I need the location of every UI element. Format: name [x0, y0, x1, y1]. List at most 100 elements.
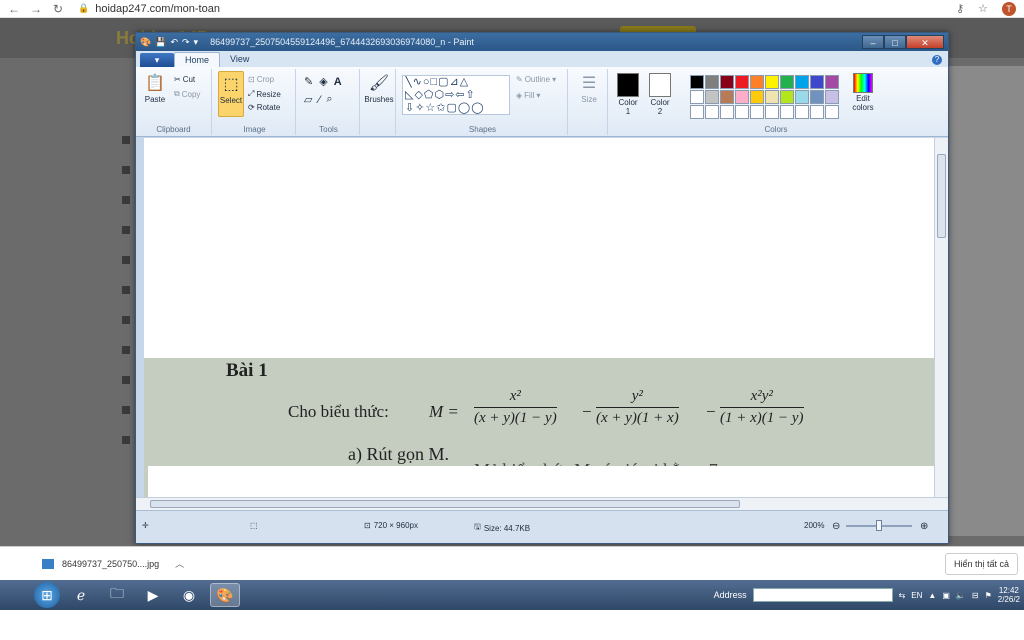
show-hidden-icons-icon[interactable]: ▲ [928, 591, 936, 600]
fill-button[interactable]: ◈ Fill ▾ [516, 91, 540, 100]
download-item[interactable]: 86499737_250750....jpg [62, 559, 159, 569]
palette-swatch[interactable] [690, 105, 704, 119]
reload-icon[interactable]: ↻ [50, 2, 66, 16]
address-toolbar-input[interactable] [752, 588, 893, 602]
profile-avatar[interactable]: T [1002, 1, 1016, 16]
palette-swatch[interactable] [810, 90, 824, 104]
palette-swatch[interactable] [825, 105, 839, 119]
undo-icon[interactable]: ↶ [170, 37, 178, 48]
paint-menu-button[interactable]: ▾ [140, 53, 174, 67]
text-tool-icon[interactable]: A [334, 76, 342, 88]
zoom-out-button[interactable]: ⊖ [832, 521, 840, 532]
palette-swatch[interactable] [795, 105, 809, 119]
vertical-scrollbar[interactable] [934, 138, 948, 510]
shapes-gallery[interactable]: ╲∿○□▢⊿△ ◺◇⬠⬡⇨⇦⇧ ⇩✧☆✩▢◯◯ [402, 75, 510, 115]
rotate-button[interactable]: ⟳ Rotate [248, 103, 280, 112]
color-picker-icon[interactable]: ⁄ [318, 94, 320, 106]
color1-button[interactable]: Color 1 [614, 73, 642, 116]
palette-swatch[interactable] [705, 90, 719, 104]
edit-colors-button[interactable]: Edit colors [846, 73, 880, 112]
brushes-button[interactable]: 🖌 Brushes [364, 73, 394, 104]
palette-swatch[interactable] [765, 90, 779, 104]
vertical-scroll-thumb[interactable] [937, 154, 946, 238]
lock-icon[interactable]: 🔒 [78, 3, 89, 14]
language-indicator[interactable]: EN [911, 591, 922, 600]
paste-button[interactable]: 📋 Paste [140, 73, 170, 104]
palette-swatch[interactable] [690, 90, 704, 104]
horizontal-scroll-thumb[interactable] [150, 500, 740, 508]
palette-swatch[interactable] [735, 75, 749, 89]
clock[interactable]: 12:42 2/26/2 [998, 586, 1020, 604]
help-icon[interactable]: ? [932, 55, 942, 65]
palette-swatch[interactable] [795, 75, 809, 89]
action-center-flag-icon[interactable]: ⚑ [985, 591, 992, 600]
paint-titlebar[interactable]: 🎨 💾 ↶ ↷ ▾ 86499737_2507504559124496_6744… [136, 33, 948, 51]
maximize-button[interactable]: □ [884, 35, 906, 49]
copy-button[interactable]: ⧉ Copy [174, 89, 200, 99]
outline-icon: ✎ [516, 75, 523, 84]
go-arrow-icon[interactable]: ⇆ [899, 591, 906, 600]
quick-access-dropdown-icon[interactable]: ▾ [194, 37, 199, 48]
key-icon[interactable]: ⚷ [956, 2, 964, 15]
start-button[interactable]: ⊞ [34, 582, 60, 608]
tab-home[interactable]: Home [174, 52, 221, 67]
palette-swatch[interactable] [705, 105, 719, 119]
save-icon[interactable]: 💾 [155, 37, 166, 48]
cut-button[interactable]: ✂ Cut [174, 75, 195, 84]
image-canvas[interactable]: Bài 1 Cho biểu thức: M = x² (x + y)(1 − … [144, 138, 934, 510]
eraser-icon[interactable]: ▱ [304, 93, 312, 106]
paint-taskbar-icon[interactable]: 🎨 [210, 583, 240, 607]
palette-swatch[interactable] [750, 75, 764, 89]
palette-swatch[interactable] [780, 75, 794, 89]
minimize-button[interactable]: – [862, 35, 884, 49]
palette-swatch[interactable] [780, 90, 794, 104]
close-button[interactable]: ✕ [906, 35, 944, 49]
palette-swatch[interactable] [735, 105, 749, 119]
palette-swatch[interactable] [765, 105, 779, 119]
palette-swatch[interactable] [705, 75, 719, 89]
select-button[interactable]: ⬚ Select [218, 71, 244, 117]
palette-swatch[interactable] [750, 105, 764, 119]
palette-swatch[interactable] [795, 90, 809, 104]
palette-swatch[interactable] [690, 75, 704, 89]
horizontal-scrollbar[interactable] [136, 497, 948, 510]
resize-button[interactable]: ⤢ Resize [248, 89, 281, 99]
forward-arrow-icon[interactable]: → [28, 2, 44, 16]
address-bar[interactable]: hoidap247.com/mon-toan [95, 3, 220, 15]
star-icon[interactable]: ☆ [978, 2, 988, 15]
back-arrow-icon[interactable]: ← [6, 2, 22, 16]
internet-explorer-icon[interactable]: ℯ [66, 583, 96, 607]
show-all-button[interactable]: Hiển thị tất cả [944, 552, 1018, 575]
palette-swatch[interactable] [810, 75, 824, 89]
palette-swatch[interactable] [720, 90, 734, 104]
crop-button[interactable]: ⊡ Crop [248, 75, 274, 84]
zoom-in-button[interactable]: ⊕ [920, 521, 928, 532]
color2-button[interactable]: Color 2 [646, 73, 674, 116]
paint-app-icon[interactable]: 🎨 [140, 37, 151, 48]
chevron-up-icon[interactable]: ︿ [175, 557, 184, 570]
outline-button[interactable]: ✎ Outline ▾ [516, 75, 556, 84]
palette-swatch[interactable] [825, 75, 839, 89]
chrome-icon[interactable]: ◉ [174, 583, 204, 607]
tab-view[interactable]: View [220, 52, 259, 67]
zoom-slider-thumb[interactable] [876, 520, 882, 531]
file-explorer-icon[interactable]: 🗀 [102, 583, 132, 607]
pencil-icon[interactable]: ✎ [304, 75, 313, 88]
palette-swatch[interactable] [750, 90, 764, 104]
fill-bucket-icon[interactable]: ◈ [319, 75, 327, 88]
size-button[interactable]: ☰ Size [574, 73, 604, 104]
palette-swatch[interactable] [825, 90, 839, 104]
palette-swatch[interactable] [765, 75, 779, 89]
palette-swatch[interactable] [810, 105, 824, 119]
palette-swatch[interactable] [780, 105, 794, 119]
network-icon[interactable]: ⊟ [972, 591, 979, 600]
redo-icon[interactable]: ↷ [182, 37, 190, 48]
magnifier-icon[interactable]: ⌕ [326, 93, 332, 106]
palette-swatch[interactable] [720, 75, 734, 89]
side-marker [122, 196, 130, 204]
volume-icon[interactable]: 🔈 [956, 591, 966, 600]
media-player-icon[interactable]: ▶ [138, 583, 168, 607]
palette-swatch[interactable] [720, 105, 734, 119]
antivirus-icon[interactable]: ▣ [942, 591, 950, 600]
palette-swatch[interactable] [735, 90, 749, 104]
